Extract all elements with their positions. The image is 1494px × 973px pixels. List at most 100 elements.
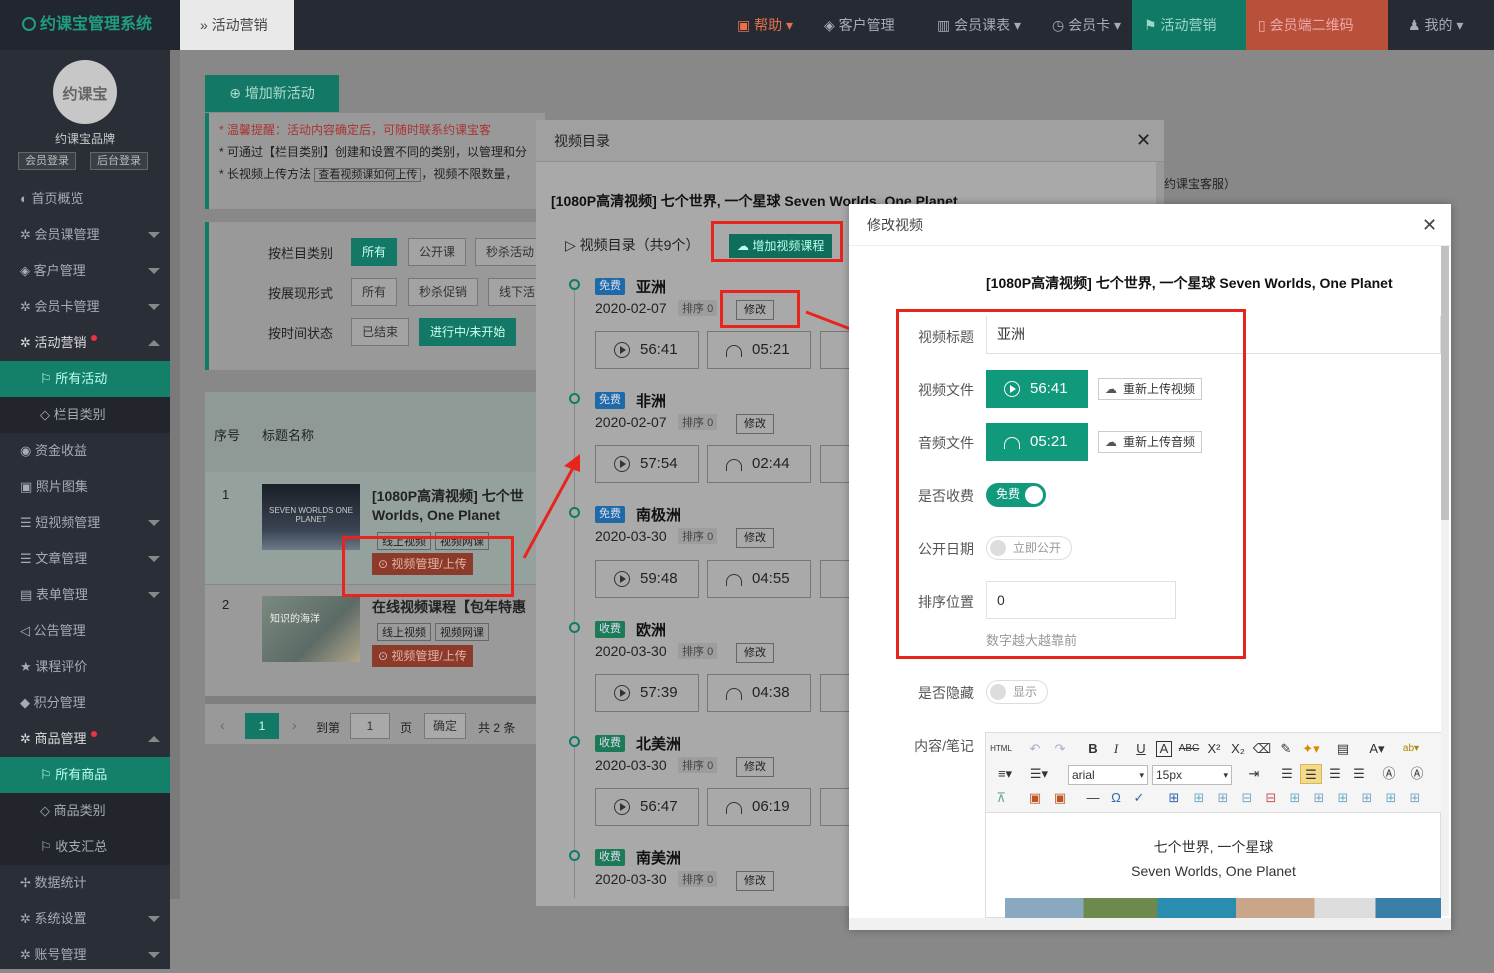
nav-member-schedule[interactable]: ▥ 会员课表 ▾ <box>925 0 1033 50</box>
underline-icon[interactable]: U <box>1130 739 1152 759</box>
auto-format-icon[interactable]: ✦▾ <box>1300 739 1322 759</box>
row-title[interactable]: 在线视频课程【包年特惠 <box>372 597 526 617</box>
chapter-edit-button[interactable]: 修改 <box>736 414 774 434</box>
sidebar-item-accounts[interactable]: ✲ 账号管理 <box>0 937 170 973</box>
sidebar-item-photos[interactable]: ▣ 照片图集 <box>0 469 170 505</box>
align-right-icon[interactable]: ☰ <box>1324 764 1346 784</box>
sidebar-item-points[interactable]: ◆ 积分管理 <box>0 685 170 721</box>
chapter-edit-button[interactable]: 修改 <box>736 757 774 777</box>
paragraph-icon[interactable]: ≡▾ <box>994 764 1016 784</box>
bold-icon[interactable]: B <box>1082 739 1104 759</box>
special-char-icon[interactable]: Ω <box>1105 788 1127 808</box>
sidebar-item-articles[interactable]: ☰ 文章管理 <box>0 541 170 577</box>
line-height-icon[interactable]: ☰▾ <box>1028 764 1050 784</box>
sidebar-item-all-activities[interactable]: ⚐ 所有活动 <box>0 361 170 397</box>
sidebar-item-categories[interactable]: ◇ 栏目类别 <box>0 397 170 433</box>
hidden-toggle[interactable]: 显示 <box>986 680 1049 704</box>
prev-page-icon[interactable]: ‹ <box>220 717 225 733</box>
sidebar-item-reviews[interactable]: ★ 课程评价 <box>0 649 170 685</box>
sidebar-item-all-products[interactable]: ⚐ 所有商品 <box>0 757 170 793</box>
filter-category-all[interactable]: 所有 <box>351 238 398 266</box>
horizontal-rule-icon[interactable]: ⊼ <box>990 788 1012 808</box>
sidebar-item-product-categories[interactable]: ◇ 商品类别 <box>0 793 170 829</box>
divider-line-icon[interactable]: — <box>1082 788 1104 808</box>
chapter-video-button[interactable]: 56:41 <box>595 331 699 369</box>
sidebar-item-forms[interactable]: ▤ 表单管理 <box>0 577 170 613</box>
chapter-audio-button[interactable]: 02:44 <box>707 445 811 483</box>
split-cells-icon[interactable]: ⊞ <box>1356 788 1378 808</box>
highlight-color-icon[interactable]: ab▾ <box>1400 739 1422 759</box>
content-scrollbar[interactable] <box>170 50 180 899</box>
font-border-icon[interactable]: A <box>1156 741 1172 757</box>
split-cols-icon[interactable]: ⊞ <box>1404 788 1426 808</box>
align-center-icon[interactable]: ☰ <box>1300 764 1322 784</box>
subscript-icon[interactable]: X₂ <box>1227 739 1249 759</box>
insert-table-icon[interactable]: ⊞ <box>1163 788 1185 808</box>
video-manage-button[interactable]: ⊙ 视频管理/上传 <box>372 645 473 667</box>
spellcheck-icon[interactable]: ✓ <box>1128 788 1150 808</box>
strikethrough-icon[interactable]: ABC <box>1178 739 1200 759</box>
undo-icon[interactable]: ↶ <box>1024 739 1046 759</box>
delete-row-icon[interactable]: ⊟ <box>1236 788 1258 808</box>
chapter-edit-button[interactable]: 修改 <box>736 528 774 548</box>
chapter-audio-button[interactable]: 06:19 <box>707 788 811 826</box>
nav-marketing[interactable]: ⚑ 活动营销 <box>1132 0 1246 50</box>
nav-qrcode[interactable]: ▯ 会员端二维码 <box>1246 0 1388 50</box>
nav-my[interactable]: ♟ 我的 ▾ <box>1396 0 1475 50</box>
html-source-icon[interactable]: HTML <box>990 739 1012 759</box>
member-login-button[interactable]: 会员登录 <box>18 152 76 170</box>
page-current[interactable]: 1 <box>245 713 279 739</box>
sidebar-item-customers[interactable]: ◈ 客户管理 <box>0 253 170 289</box>
sidebar-item-income-summary[interactable]: ⚐ 收支汇总 <box>0 829 170 865</box>
chapter-audio-button[interactable]: 04:38 <box>707 674 811 712</box>
text-direction-rtl-icon[interactable]: Ⓐ <box>1406 764 1428 784</box>
merge-cells-icon[interactable]: ⊞ <box>1284 788 1306 808</box>
app-brand[interactable]: 约课宝管理系统 <box>0 0 180 50</box>
insert-row-icon[interactable]: ⊞ <box>1188 788 1210 808</box>
chapter-edit-button[interactable]: 修改 <box>736 871 774 891</box>
editor-image-strip[interactable] <box>1005 898 1441 918</box>
indent-icon[interactable]: ⇥ <box>1243 764 1265 784</box>
page-confirm-button[interactable]: 确定 <box>424 713 466 739</box>
delete-col-icon[interactable]: ⊟ <box>1260 788 1282 808</box>
page-input[interactable]: 1 <box>350 713 390 739</box>
chapter-edit-button[interactable]: 修改 <box>736 643 774 663</box>
sidebar-item-cards[interactable]: ✲ 会员卡管理 <box>0 289 170 325</box>
align-left-icon[interactable]: ☰ <box>1276 764 1298 784</box>
edit-dialog-h-scrollbar[interactable] <box>849 918 1451 930</box>
sidebar-item-statistics[interactable]: ✢ 数据统计 <box>0 865 170 901</box>
text-direction-ltr-icon[interactable]: Ⓐ <box>1378 764 1400 784</box>
font-color-icon[interactable]: A▾ <box>1366 739 1388 759</box>
next-page-icon[interactable]: › <box>292 717 297 733</box>
merge-down-icon[interactable]: ⊞ <box>1332 788 1354 808</box>
edit-dialog-scroll-thumb[interactable] <box>1441 246 1449 520</box>
nav-help[interactable]: ▣ 帮助 ▾ <box>725 0 805 50</box>
eraser-icon[interactable]: ⌫ <box>1251 739 1273 759</box>
split-rows-icon[interactable]: ⊞ <box>1380 788 1402 808</box>
sidebar-item-settings[interactable]: ✲ 系统设置 <box>0 901 170 937</box>
redo-icon[interactable]: ↷ <box>1049 739 1071 759</box>
sidebar-item-overview[interactable]: ◐ 首页概览 <box>0 181 170 217</box>
chapter-video-button[interactable]: 57:39 <box>595 674 699 712</box>
table-scrollbar[interactable] <box>205 696 545 704</box>
filter-format-all[interactable]: 所有 <box>351 278 398 306</box>
nav-customers[interactable]: ◈ 客户管理 <box>812 0 907 50</box>
sidebar-item-revenue[interactable]: ◉ 资金收益 <box>0 433 170 469</box>
sidebar-item-courses[interactable]: ✲ 会员课管理 <box>0 217 170 253</box>
merge-right-icon[interactable]: ⊞ <box>1308 788 1330 808</box>
superscript-icon[interactable]: X² <box>1203 739 1225 759</box>
paste-text-icon[interactable]: ▤ <box>1332 739 1354 759</box>
format-brush-icon[interactable]: ✎ <box>1275 739 1297 759</box>
sidebar-item-announcements[interactable]: ◁ 公告管理 <box>0 613 170 649</box>
nav-member-card[interactable]: ◷ 会员卡 ▾ <box>1040 0 1133 50</box>
sidebar-item-products[interactable]: ✲ 商品管理 <box>0 721 170 757</box>
filter-category-public[interactable]: 公开课 <box>408 238 467 266</box>
filter-time-ended[interactable]: 已结束 <box>351 318 410 346</box>
sidebar-item-marketing[interactable]: ✲ 活动营销 <box>0 325 170 361</box>
font-size-select[interactable]: 15px ▾ <box>1152 765 1232 785</box>
chapter-video-button[interactable]: 59:48 <box>595 560 699 598</box>
chapter-audio-button[interactable]: 05:21 <box>707 331 811 369</box>
close-icon[interactable]: ✕ <box>1422 216 1437 234</box>
filter-format-flash[interactable]: 秒杀促销 <box>408 278 479 306</box>
align-justify-icon[interactable]: ☰ <box>1348 764 1370 784</box>
